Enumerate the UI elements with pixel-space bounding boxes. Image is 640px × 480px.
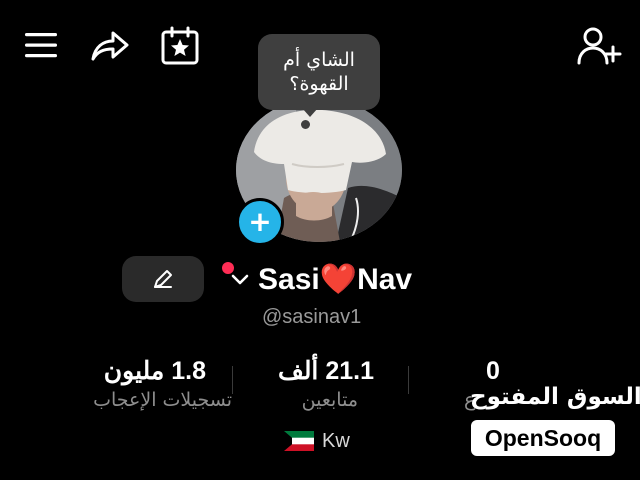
chevron-down-icon[interactable] <box>230 270 250 290</box>
watermark-latin: OpenSooq <box>484 424 602 451</box>
add-story-button[interactable]: + <box>236 198 284 246</box>
note-bubble-dot <box>301 120 310 129</box>
note-line-1: الشاي أم <box>283 49 355 71</box>
likes-label: تسجيلات الإعجاب <box>93 389 232 411</box>
share-icon[interactable] <box>88 26 132 66</box>
plus-icon: + <box>248 205 272 238</box>
stats-divider <box>408 366 409 394</box>
kuwait-flag-icon <box>284 431 314 451</box>
following-count[interactable]: 0 <box>486 356 500 386</box>
edit-profile-button[interactable] <box>122 256 204 302</box>
note-bubble-tail <box>302 108 318 117</box>
menu-icon[interactable] <box>22 28 60 62</box>
add-user-icon[interactable] <box>576 24 622 68</box>
likes-count: 1.8 مليون <box>103 357 206 385</box>
pencil-icon <box>154 270 172 288</box>
calendar-star-icon[interactable] <box>158 24 202 68</box>
watermark-arabic: السوق المفتوح <box>470 384 640 410</box>
note-bubble[interactable]: الشاي أم القهوة؟ <box>258 34 380 110</box>
country-tag: Kw <box>284 428 350 454</box>
display-name[interactable]: Sasi❤️Nav <box>258 262 412 298</box>
display-name-last: Nav <box>357 263 413 296</box>
followers-label[interactable]: متابعين <box>302 388 358 412</box>
username: @sasinav1 <box>262 306 362 328</box>
country-code: Kw <box>322 429 350 452</box>
note-line-2: القهوة؟ <box>289 73 349 95</box>
display-name-first: Sasi <box>258 263 320 296</box>
heart-emoji: ❤️ <box>319 263 358 296</box>
stats-divider <box>232 366 233 394</box>
watermark-logo: OpenSooq <box>471 420 615 456</box>
followers-count[interactable]: 21.1 ألف <box>278 356 374 386</box>
